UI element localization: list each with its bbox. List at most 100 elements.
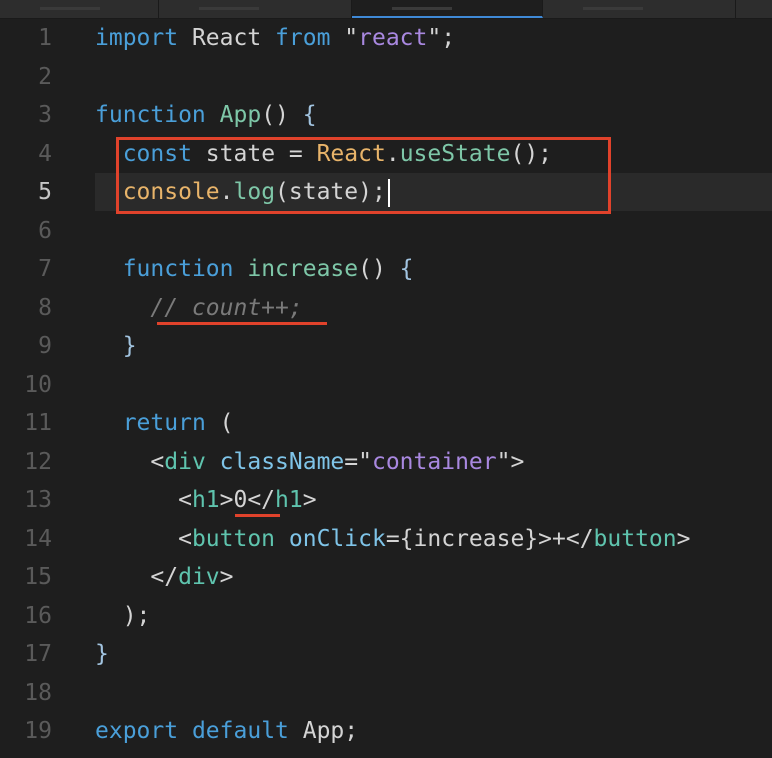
annotation-underline-comment [157,322,327,325]
code-token: increase [247,256,359,282]
code-line-3[interactable]: 3 function App() { [0,96,772,134]
code-token: { [399,256,414,282]
tab-2[interactable] [159,0,352,18]
code-token: < [95,487,192,513]
code-token: from [275,25,331,51]
line-number: 9 [38,333,52,359]
code-token: function [95,102,206,128]
code-line-19[interactable]: 19 export default App; [0,712,772,750]
code-line-2[interactable]: 2 [0,58,772,96]
line-number: 14 [24,525,52,552]
line-code: } [95,635,109,673]
code-line-6[interactable]: 6 [0,212,772,250]
tab-5[interactable] [736,0,772,18]
code-line-18[interactable]: 18 [0,674,772,712]
line-code: <h1>0</h1> [95,481,317,519]
code-line-17[interactable]: 17} [0,635,772,673]
line-code: <div className="container"> [95,443,524,481]
code-line-7[interactable]: 7 function increase() { [0,250,772,288]
code-token: { [302,102,317,128]
code-token: } [95,641,109,667]
code-line-1[interactable]: 1 import React from "react"; [0,19,772,57]
code-token: > [676,525,691,552]
line-code: ); [95,597,151,635]
code-token: import [95,25,179,51]
line-code: // count++; [95,289,303,327]
line-code: <button onClick={increase}>+</button> [95,520,691,558]
tab-4[interactable] [543,0,736,18]
code-token: export [95,718,179,744]
code-line-8[interactable]: 8 // count++; [0,289,772,327]
annotation-box-state-lines [116,137,611,214]
code-token: // count++; [150,294,303,321]
line-number: 2 [38,63,52,90]
code-token: ); [95,602,151,629]
code-editor[interactable]: 1 import React from "react"; 2 3 function Ap… [0,19,772,758]
code-token: < [95,448,165,475]
code-token: >0</ [219,487,276,513]
code-line-12[interactable]: 12 <div className="container"> [0,443,772,481]
code-token: =" [344,448,372,475]
line-number: 8 [38,294,52,321]
line-code: return ( [95,404,234,442]
tab-app-active[interactable] [352,0,543,18]
code-line-14[interactable]: 14 <button onClick={increase}>+</button> [0,520,772,558]
code-token: div [178,564,220,590]
code-token: container [371,448,497,475]
code-token: className [219,448,345,475]
code-token: < [95,525,192,552]
code-line-10[interactable]: 10 [0,366,772,404]
code-line-9[interactable]: 9 } [0,327,772,365]
code-token: } [122,333,137,359]
code-token: "; [427,25,456,51]
code-token: React [178,25,276,51]
line-number: 13 [24,487,52,513]
editor-tab-bar [0,0,772,19]
line-code: function App() { [95,96,317,134]
line-number: 19 [24,718,52,744]
code-token: () [358,256,400,282]
line-number: 17 [24,641,52,667]
line-number: 10 [24,371,52,398]
code-token: </ [95,564,179,590]
tab-1[interactable] [0,0,159,18]
code-token: App; [288,718,359,744]
line-number: 5 [38,179,52,205]
line-number: 4 [38,140,52,167]
line-number: 7 [38,256,52,282]
code-token: > [302,487,317,513]
code-token: return [122,410,206,436]
code-token: onClick [288,525,386,552]
code-line-13[interactable]: 13 <h1>0</h1> [0,481,772,519]
line-number: 1 [38,25,52,51]
code-token: h1 [275,487,303,513]
code-token: button [191,525,276,552]
code-token: > [219,564,234,590]
code-token: App [219,102,262,128]
code-line-15[interactable]: 15 </div> [0,558,772,596]
line-code: } [95,327,137,365]
line-number: 12 [24,448,52,475]
code-token: default [191,718,289,744]
code-token: function [122,256,234,282]
code-line-16[interactable]: 16 ); [0,597,772,635]
line-number: 18 [24,679,52,706]
code-token: div [164,448,206,475]
code-token: react [358,25,428,51]
code-token: h1 [191,487,220,513]
code-token: ={increase}>+</ [385,525,594,552]
line-code: export default App; [95,712,358,750]
annotation-underline-h1-value [235,514,280,517]
code-token: " [330,25,359,51]
code-line-11[interactable]: 11 return ( [0,404,772,442]
line-number: 15 [24,564,52,590]
line-code: </div> [95,558,234,596]
